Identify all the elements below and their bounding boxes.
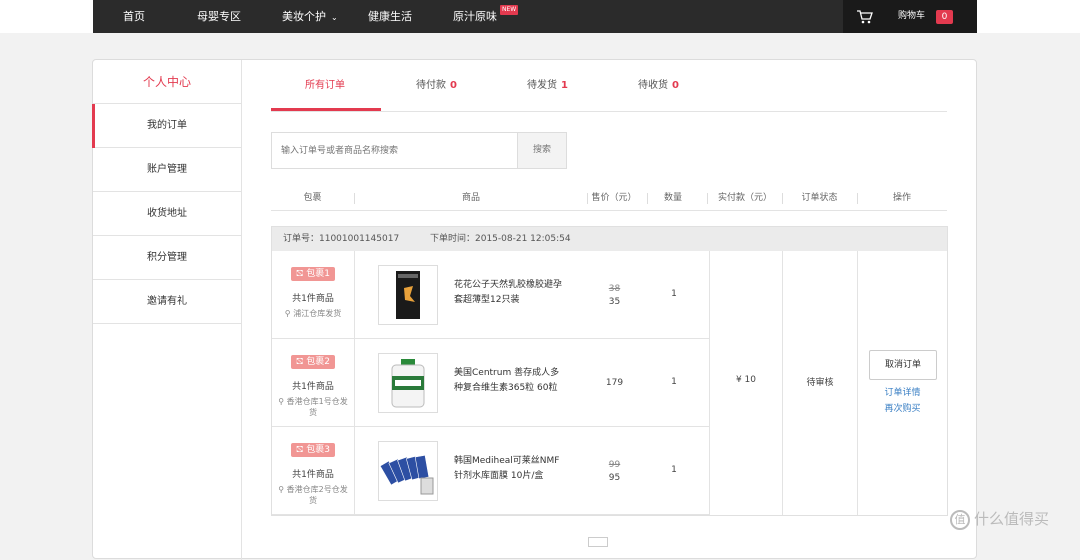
sidebar-item-orders[interactable]: 我的订单 bbox=[92, 104, 241, 148]
package-badge: ⛞ 包裹2 bbox=[291, 355, 335, 369]
package-location: ⚲ 香港仓库1号仓发货 bbox=[278, 397, 348, 417]
location-pin-icon: ⚲ bbox=[278, 485, 285, 494]
location-pin-icon: ⚲ bbox=[284, 309, 291, 318]
nav-health[interactable]: 健康生活 bbox=[368, 0, 412, 33]
sidebar-item-invite[interactable]: 邀请有礼 bbox=[93, 280, 241, 324]
search-button[interactable]: 搜索 bbox=[517, 132, 567, 169]
order-number: 订单号：11001001145017 bbox=[283, 234, 400, 244]
paid-amount: ¥ 10 bbox=[735, 375, 757, 385]
order-header: 订单号：11001001145017 下单时间：2015-08-21 12:05… bbox=[272, 227, 947, 251]
nav-baby[interactable]: 母婴专区 bbox=[197, 0, 241, 33]
order-status: 待审核 bbox=[806, 378, 834, 388]
package-badge: ⛞ 包裹1 bbox=[291, 267, 335, 281]
active-tab-indicator bbox=[271, 108, 381, 111]
col-header-actions: 操作 bbox=[892, 193, 911, 203]
package-row: ⛞ 包裹3 共1件商品 ⚲ 香港仓库2号仓发货 韩国Mediheal可莱丝NMF… bbox=[272, 427, 709, 515]
original-price: 99 bbox=[608, 460, 621, 470]
watermark-logo-icon: 值 bbox=[950, 509, 970, 530]
sale-price: 179 bbox=[605, 378, 624, 388]
cart-icon bbox=[857, 10, 873, 24]
cancel-order-button[interactable]: 取消订单 bbox=[869, 350, 937, 380]
package-item-count: 共1件商品 bbox=[292, 382, 334, 392]
nav-home[interactable]: 首页 bbox=[123, 0, 145, 33]
original-price: 38 bbox=[608, 284, 621, 294]
product-quantity: 1 bbox=[671, 289, 677, 299]
product-name[interactable]: 韩国Mediheal可莱丝NMF针剂水库面膜 10片/盒 bbox=[454, 454, 564, 484]
product-price: 99 95 bbox=[587, 459, 642, 485]
watermark: 值什么值得买 bbox=[950, 508, 1049, 530]
package-cell: ⛞ 包裹1 共1件商品 ⚲ 浦江仓库发货 bbox=[272, 251, 355, 339]
order-status-cell: 待审核 bbox=[783, 251, 858, 515]
order-tabs: 所有订单 待付款 0 待发货 1 待收货 0 bbox=[271, 60, 947, 112]
tab-pending-receipt[interactable]: 待收货 0 bbox=[638, 60, 679, 112]
col-header-price: 售价（元） bbox=[591, 193, 637, 203]
search-input[interactable] bbox=[271, 132, 517, 169]
sidebar-title: 个人中心 bbox=[93, 60, 241, 104]
package-location: ⚲ 浦江仓库发货 bbox=[284, 309, 342, 318]
col-header-qty: 数量 bbox=[663, 193, 682, 203]
package-cell: ⛞ 包裹2 共1件商品 ⚲ 香港仓库1号仓发货 bbox=[272, 339, 355, 427]
tab-pending-payment[interactable]: 待付款 0 bbox=[416, 60, 457, 112]
tab-all-orders[interactable]: 所有订单 bbox=[305, 60, 345, 112]
product-quantity: 1 bbox=[671, 377, 677, 387]
product-name[interactable]: 花花公子天然乳胶橡胶避孕套超薄型12只装 bbox=[454, 278, 564, 308]
product-image bbox=[396, 271, 420, 319]
product-quantity: 1 bbox=[671, 465, 677, 475]
tab-pending-shipment[interactable]: 待发货 1 bbox=[527, 60, 568, 112]
product-image bbox=[391, 359, 425, 408]
paid-amount-cell: ¥ 10 bbox=[709, 251, 783, 515]
package-item-count: 共1件商品 bbox=[292, 294, 334, 304]
cart-label: 购物车 bbox=[898, 11, 926, 21]
product-price: 179 bbox=[587, 377, 642, 390]
location-pin-icon: ⚲ bbox=[278, 397, 285, 406]
product-thumbnail[interactable] bbox=[378, 441, 438, 501]
sidebar-item-account[interactable]: 账户管理 bbox=[93, 148, 241, 192]
product-name[interactable]: 美国Centrum 善存成人多种复合维生素365粒 60粒 bbox=[454, 366, 564, 396]
product-price: 38 35 bbox=[587, 283, 642, 309]
col-header-paid: 实付款（元） bbox=[717, 193, 772, 203]
package-cell: ⛞ 包裹3 共1件商品 ⚲ 香港仓库2号仓发货 bbox=[272, 427, 355, 515]
sale-price: 35 bbox=[608, 297, 621, 307]
package-badge: ⛞ 包裹3 bbox=[291, 443, 335, 457]
sale-price: 95 bbox=[608, 473, 621, 483]
new-badge: NEW bbox=[500, 5, 519, 15]
actions-cell: 取消订单 订单详情 再次购买 bbox=[858, 251, 947, 515]
cart-count-badge: 0 bbox=[936, 10, 953, 24]
top-bar: 首页 母婴专区 美妆个护 ⌄ 健康生活 原汁原味 NEW 购物车 0 bbox=[0, 0, 1080, 33]
order-card: 订单号：11001001145017 下单时间：2015-08-21 12:05… bbox=[271, 226, 948, 516]
package-row: ⛞ 包裹2 共1件商品 ⚲ 香港仓库1号仓发货 美国Centrum 善存成人多种… bbox=[272, 339, 709, 427]
product-thumbnail[interactable] bbox=[378, 353, 438, 413]
chevron-down-icon: ⌄ bbox=[331, 13, 338, 22]
nav-original[interactable]: 原汁原味 bbox=[453, 0, 497, 33]
package-row: ⛞ 包裹1 共1件商品 ⚲ 浦江仓库发货 花花公子天然乳胶橡胶避孕套超薄型12只… bbox=[272, 251, 709, 339]
sidebar-item-points[interactable]: 积分管理 bbox=[93, 236, 241, 280]
col-header-product: 商品 bbox=[461, 193, 480, 203]
order-detail-link[interactable]: 订单详情 bbox=[858, 385, 947, 398]
table-header: 包裹 商品 售价（元） 数量 实付款（元） 订单状态 操作 bbox=[271, 186, 947, 211]
cart-button[interactable]: 购物车 0 bbox=[843, 0, 977, 33]
order-time: 下单时间：2015-08-21 12:05:54 bbox=[430, 234, 571, 244]
rebuy-link[interactable]: 再次购买 bbox=[858, 401, 947, 414]
col-header-status: 订单状态 bbox=[801, 193, 838, 203]
sidebar-item-address[interactable]: 收货地址 bbox=[93, 192, 241, 236]
col-header-package: 包裹 bbox=[303, 193, 322, 203]
product-image bbox=[379, 454, 434, 495]
nav-beauty[interactable]: 美妆个护 ⌄ bbox=[282, 0, 338, 33]
package-location: ⚲ 香港仓库2号仓发货 bbox=[278, 485, 348, 505]
product-thumbnail[interactable] bbox=[378, 265, 438, 325]
sidebar: 个人中心 我的订单 账户管理 收货地址 积分管理 邀请有礼 bbox=[92, 60, 242, 560]
pagination-button[interactable] bbox=[588, 537, 608, 547]
user-center-panel: 个人中心 我的订单 账户管理 收货地址 积分管理 邀请有礼 所有订单 待付款 0 … bbox=[92, 59, 977, 560]
package-item-count: 共1件商品 bbox=[292, 470, 334, 480]
